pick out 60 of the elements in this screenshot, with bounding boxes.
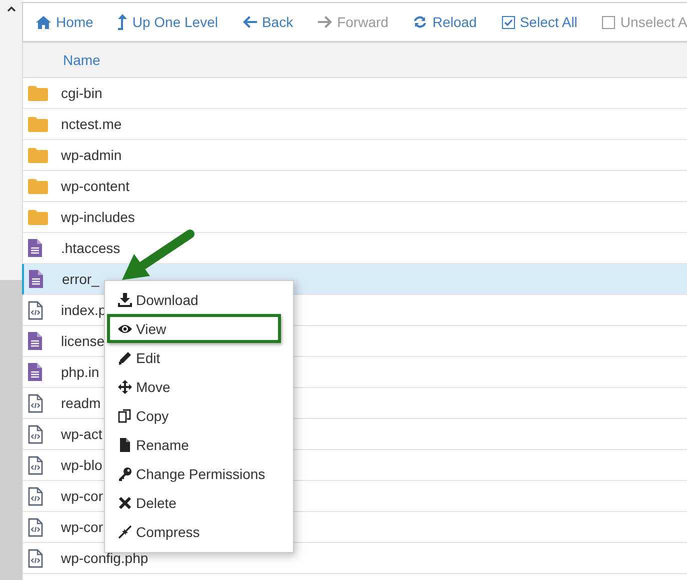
file-name: wp-admin	[61, 147, 122, 163]
back-arrow-icon	[242, 16, 257, 28]
file-name: .htaccess	[61, 240, 120, 256]
file-name: wp-cor	[61, 519, 104, 535]
download-icon	[118, 292, 132, 306]
toolbar-button[interactable]: Home	[36, 14, 94, 30]
file-row[interactable]: wp-includes	[22, 202, 687, 233]
move-icon	[118, 380, 132, 394]
file-name: wp-blo	[61, 457, 102, 473]
checkbox-icon	[602, 16, 616, 28]
file-name: error_	[62, 271, 100, 287]
toolbar-button[interactable]: Up One Level	[118, 14, 218, 30]
file-name: wp-cor	[61, 488, 104, 504]
file-row[interactable]: wp-content	[22, 171, 687, 202]
document-icon	[28, 239, 42, 257]
delete-icon	[118, 496, 132, 510]
file-name: readm	[61, 395, 101, 411]
file-row[interactable]: wp-admin	[22, 140, 687, 171]
scrollbar-thumb[interactable]	[0, 280, 22, 580]
folder-icon	[28, 210, 48, 224]
up-arrow-icon	[118, 14, 128, 30]
copy-icon	[118, 408, 132, 422]
folder-icon	[28, 86, 48, 100]
code-file-icon	[28, 394, 43, 412]
file-icon	[118, 438, 132, 452]
document-icon	[29, 270, 43, 288]
file-name: wp-includes	[61, 209, 135, 225]
code-file-icon	[28, 548, 43, 568]
file-name: wp-content	[61, 178, 130, 194]
code-file-icon	[28, 456, 43, 474]
folder-icon	[28, 116, 48, 132]
folder-icon	[28, 178, 48, 194]
file-row[interactable]: cgi-bin	[22, 78, 687, 109]
file-name: wp-config.php	[61, 550, 148, 566]
scroll-up-icon[interactable]	[6, 6, 16, 12]
code-file-icon	[28, 300, 43, 320]
key-icon	[118, 466, 132, 480]
forward-arrow-icon	[318, 16, 332, 28]
document-icon	[28, 332, 42, 350]
file-name: php.in	[61, 364, 100, 380]
file-name: nctest.me	[61, 116, 122, 132]
reload-icon	[413, 15, 428, 29]
file-row[interactable]: nctest.me	[22, 109, 687, 140]
code-file-icon	[28, 486, 43, 506]
toolbar-button[interactable]: Back	[242, 14, 294, 30]
column-header[interactable]: Name	[63, 52, 100, 68]
toolbar-button[interactable]: Select All	[502, 14, 578, 30]
menu-item[interactable]: Compress	[105, 517, 293, 546]
file-name: cgi-bin	[61, 85, 102, 101]
code-file-icon	[28, 424, 43, 444]
compress-icon	[118, 524, 132, 538]
home-icon	[36, 16, 51, 28]
folder-icon	[28, 148, 48, 162]
toolbar-button[interactable]: Reload	[413, 14, 477, 30]
checkbox-icon	[502, 16, 515, 28]
code-file-icon	[28, 518, 43, 536]
pencil-icon	[118, 350, 132, 364]
file-name: license	[61, 333, 105, 349]
document-icon	[28, 363, 42, 381]
file-name: wp-act	[61, 426, 102, 442]
